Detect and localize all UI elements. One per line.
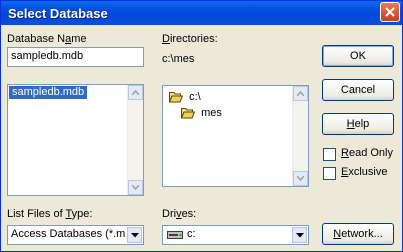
open-folder-icon (168, 92, 184, 103)
database-name-value: sampledb.mdb (11, 50, 84, 62)
database-file-list[interactable]: sampledb.mdb (7, 84, 144, 196)
file-type-value: Access Databases (*.m (11, 228, 125, 240)
chevron-down-icon (131, 233, 139, 238)
directory-item-mes[interactable]: mes (180, 107, 222, 119)
current-directory: c:\mes (162, 53, 195, 65)
close-icon (385, 7, 395, 17)
drives-dropdown-button[interactable] (292, 227, 307, 243)
drive-icon (167, 229, 183, 243)
chevron-up-icon (297, 91, 304, 96)
scroll-down-button[interactable] (128, 180, 143, 195)
scroll-up-button[interactable] (293, 86, 308, 101)
scroll-down-button[interactable] (293, 171, 308, 186)
select-database-dialog: Select Database Database Name sampledb.m… (0, 0, 403, 252)
directory-tree[interactable]: c:\ mes (162, 85, 309, 187)
close-button[interactable] (380, 2, 400, 22)
file-type-dropdown-button[interactable] (127, 227, 142, 243)
list-item[interactable]: sampledb.mdb (9, 86, 88, 99)
chevron-down-icon (297, 176, 304, 181)
exclusive-checkbox[interactable] (323, 167, 336, 180)
title-bar[interactable]: Select Database (1, 1, 402, 25)
file-list-scrollbar[interactable] (127, 85, 143, 195)
help-button[interactable]: Help (322, 113, 394, 135)
file-type-select[interactable]: Access Databases (*.m (7, 225, 144, 245)
drives-label: Drives: (162, 208, 197, 220)
ok-button[interactable]: OK (322, 45, 394, 67)
chevron-down-icon (296, 233, 304, 238)
drives-value: c: (187, 228, 196, 240)
network-button[interactable]: Network... (322, 223, 394, 245)
scroll-up-button[interactable] (128, 85, 143, 100)
cancel-button[interactable]: Cancel (322, 79, 394, 101)
directories-label: Directories: (162, 33, 218, 45)
file-type-label: List Files of Type: (7, 208, 93, 220)
open-folder-icon (180, 108, 196, 119)
database-name-input[interactable]: sampledb.mdb (7, 47, 144, 67)
chevron-down-icon (132, 185, 139, 190)
exclusive-label: Exclusive (341, 166, 388, 178)
read-only-label: Read Only (341, 147, 393, 159)
directory-item-root[interactable]: c:\ (168, 91, 201, 103)
read-only-checkbox[interactable] (323, 148, 336, 161)
directory-scrollbar[interactable] (292, 86, 308, 186)
drives-select[interactable]: c: (162, 225, 309, 245)
chevron-up-icon (132, 90, 139, 95)
dialog-title: Select Database (8, 6, 108, 21)
database-name-label: Database Name (7, 33, 87, 45)
